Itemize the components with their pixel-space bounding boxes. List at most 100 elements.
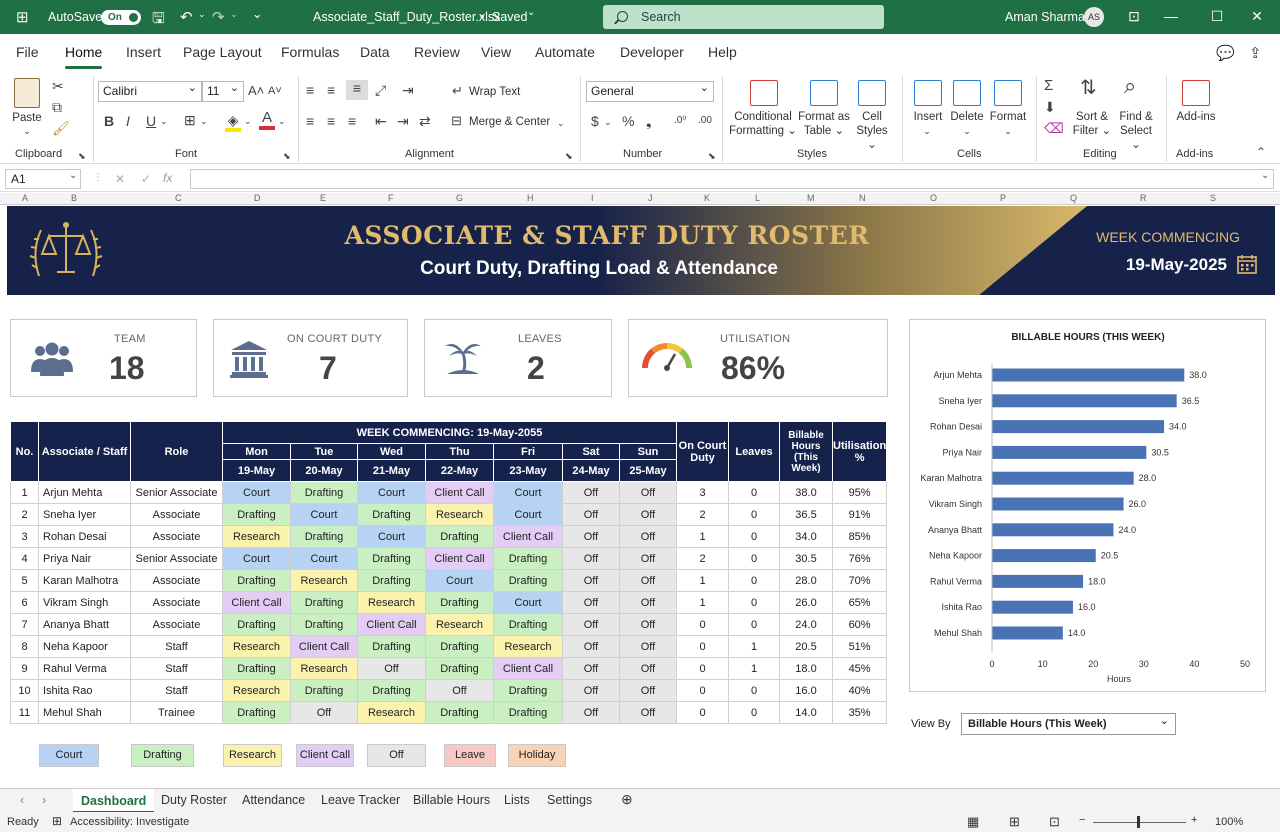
underline-icon[interactable]: U <box>146 113 156 129</box>
accessibility-icon[interactable]: ⊞ <box>52 814 62 828</box>
cell-billable-hours[interactable]: 36.5 <box>779 503 833 526</box>
cell-duty[interactable]: Research <box>425 613 494 636</box>
italic-icon[interactable]: I <box>126 113 130 129</box>
cell-no[interactable]: 6 <box>10 591 39 614</box>
cell-duty[interactable]: Drafting <box>222 701 291 724</box>
cell-utilisation[interactable]: 91% <box>831 503 888 526</box>
cell-duty[interactable]: Research <box>222 679 291 702</box>
format-cells-button[interactable]: Format <box>988 110 1028 124</box>
cell-duty[interactable]: Research <box>222 635 291 658</box>
cell-role[interactable]: Senior Associate <box>130 547 223 570</box>
cell-duty[interactable]: Research <box>357 701 426 724</box>
cell-role[interactable]: Associate <box>130 591 223 614</box>
cell-role[interactable]: Trainee <box>130 701 223 724</box>
sort-filter-icon[interactable]: ⇅ <box>1080 78 1097 98</box>
cell-leaves[interactable]: 0 <box>728 591 780 614</box>
cell-court-duty[interactable]: 2 <box>676 503 729 526</box>
delete-cells-dropdown-icon[interactable]: ⌄ <box>960 124 974 138</box>
cell-duty[interactable]: Off <box>619 701 677 724</box>
column-header[interactable]: D <box>254 193 261 203</box>
cell-duty[interactable]: Drafting <box>357 503 426 526</box>
cell-duty[interactable]: Off <box>562 503 620 526</box>
wrap-text-button[interactable]: Wrap Text <box>469 85 520 99</box>
cell-court-duty[interactable]: 3 <box>676 481 729 504</box>
zoom-in-icon[interactable]: + <box>1191 814 1197 826</box>
column-header[interactable]: H <box>527 193 534 203</box>
chart-bar[interactable] <box>992 523 1114 537</box>
cell-duty[interactable]: Off <box>425 679 494 702</box>
column-header[interactable]: C <box>175 193 182 203</box>
cell-duty[interactable]: Court <box>357 481 426 504</box>
cell-utilisation[interactable]: 95% <box>831 481 888 504</box>
cell-court-duty[interactable]: 0 <box>676 701 729 724</box>
menu-developer[interactable]: Developer <box>620 44 684 60</box>
column-header[interactable]: B <box>71 193 77 203</box>
cell-duty[interactable]: Off <box>619 481 677 504</box>
cell-duty[interactable]: Client Call <box>493 525 563 548</box>
cell-leaves[interactable]: 0 <box>728 481 780 504</box>
billable-hours-chart[interactable]: BILLABLE HOURS (THIS WEEK) Hours Arjun M… <box>909 319 1266 692</box>
cell-duty[interactable]: Drafting <box>222 613 291 636</box>
number-format-dropdown[interactable]: General <box>586 79 714 102</box>
cell-leaves[interactable]: 0 <box>728 701 780 724</box>
chart-bar[interactable] <box>992 445 1147 459</box>
underline-dropdown-icon[interactable]: ⌄ <box>160 113 168 129</box>
cell-duty[interactable]: Drafting <box>425 591 494 614</box>
column-header[interactable]: S <box>1210 193 1216 203</box>
cell-role[interactable]: Associate <box>130 569 223 592</box>
cell-leaves[interactable]: 1 <box>728 657 780 680</box>
cell-role[interactable]: Associate <box>130 613 223 636</box>
cell-name[interactable]: Sneha Iyer <box>38 503 131 526</box>
cell-name[interactable]: Vikram Singh <box>38 591 131 614</box>
format-painter-icon[interactable]: 🖌 <box>52 120 70 136</box>
cell-duty[interactable]: Research <box>493 635 563 658</box>
tab-settings[interactable]: Settings <box>547 793 592 807</box>
cell-billable-hours[interactable]: 20.5 <box>779 635 833 658</box>
cell-leaves[interactable]: 0 <box>728 613 780 636</box>
redo-dropdown-icon[interactable]: ⌄ <box>230 9 238 20</box>
decrease-font-icon[interactable]: A˅ <box>268 83 282 99</box>
avatar[interactable]: AS <box>1084 7 1104 27</box>
column-header[interactable]: N <box>859 193 866 203</box>
cell-name[interactable]: Ishita Rao <box>38 679 131 702</box>
alignment-launcher-icon[interactable]: ⬊ <box>565 148 573 164</box>
cell-duty[interactable]: Off <box>619 613 677 636</box>
chart-bar[interactable] <box>992 574 1084 588</box>
cell-duty[interactable]: Off <box>562 657 620 680</box>
cell-duty[interactable]: Off <box>562 481 620 504</box>
save-status-chevron-icon[interactable]: ⌄ <box>527 7 535 18</box>
save-icon[interactable]: 🖫 <box>152 8 165 33</box>
font-color-dropdown-icon[interactable]: ⌄ <box>278 113 286 129</box>
cell-no[interactable]: 9 <box>10 657 39 680</box>
insert-cells-dropdown-icon[interactable]: ⌄ <box>920 124 934 138</box>
cell-leaves[interactable]: 0 <box>728 679 780 702</box>
cell-duty[interactable]: Client Call <box>425 547 494 570</box>
conditional-formatting-button[interactable]: Conditional Formatting ⌄ <box>729 110 797 138</box>
column-header[interactable]: M <box>807 193 815 203</box>
cell-duty[interactable]: Off <box>619 591 677 614</box>
maximize-icon[interactable]: ☐ <box>1209 8 1225 24</box>
customize-toolbar-icon[interactable]: ⌄ <box>252 6 262 21</box>
cell-duty[interactable]: Drafting <box>425 657 494 680</box>
cell-leaves[interactable]: 1 <box>728 635 780 658</box>
search-box[interactable]: Search <box>603 5 884 29</box>
cell-name[interactable]: Mehul Shah <box>38 701 131 724</box>
cell-no[interactable]: 8 <box>10 635 39 658</box>
cell-duty[interactable]: Court <box>290 547 358 570</box>
cell-utilisation[interactable]: 60% <box>831 613 888 636</box>
format-cells-dropdown-icon[interactable]: ⌄ <box>1001 124 1015 138</box>
align-middle-icon[interactable]: ≡ <box>327 82 335 98</box>
cell-role[interactable]: Associate <box>130 525 223 548</box>
currency-dropdown-icon[interactable]: ⌄ <box>604 114 612 130</box>
cell-billable-hours[interactable]: 30.5 <box>779 547 833 570</box>
cell-duty[interactable]: Drafting <box>222 569 291 592</box>
fill-color-dropdown-icon[interactable]: ⌄ <box>244 113 252 129</box>
align-right-icon[interactable]: ≡ <box>348 113 356 129</box>
chart-bar[interactable] <box>992 394 1177 408</box>
number-launcher-icon[interactable]: ⬊ <box>708 148 716 164</box>
cell-court-duty[interactable]: 0 <box>676 657 729 680</box>
increase-indent-icon[interactable]: ⇥ <box>397 113 409 129</box>
cell-styles-icon[interactable] <box>858 80 886 106</box>
format-as-table-button[interactable]: Format as Table ⌄ <box>797 110 851 138</box>
chart-bar[interactable] <box>992 420 1165 434</box>
